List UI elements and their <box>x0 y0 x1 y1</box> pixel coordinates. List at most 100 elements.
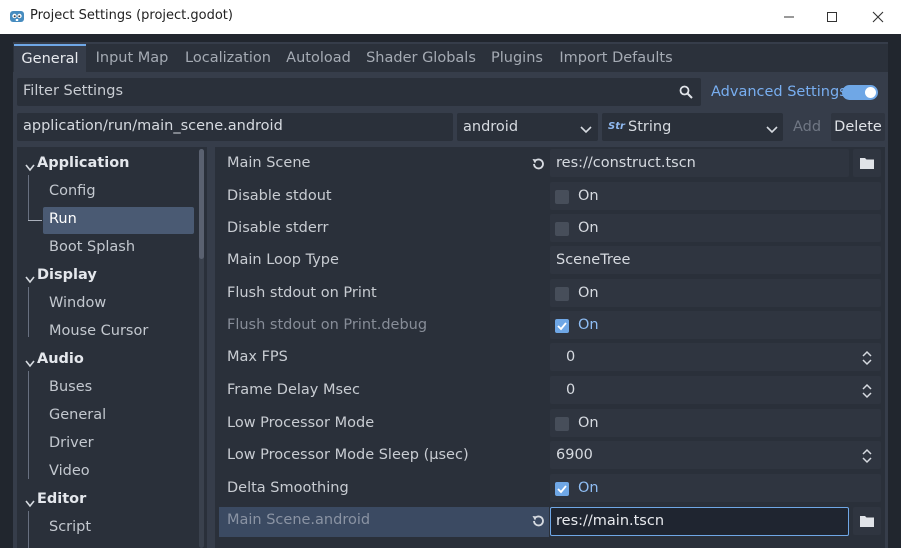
property-label-disable-stdout: Disable stdout <box>227 188 332 204</box>
browse-folder-button[interactable] <box>853 149 881 177</box>
advanced-settings-label[interactable]: Advanced Settings <box>711 84 847 100</box>
flush-stdout-debug-checkbox[interactable] <box>555 319 569 333</box>
chevron-down-icon <box>580 122 592 138</box>
property-label-low-processor-mode: Low Processor Mode <box>227 415 375 431</box>
string-type-icon: Str <box>608 121 625 132</box>
tab-input-map[interactable]: Input Map <box>89 44 175 72</box>
main-loop-type-value: SceneTree <box>556 252 631 268</box>
revert-icon[interactable] <box>530 513 546 529</box>
toggle-knob <box>865 87 876 98</box>
property-label-flush-stdout: Flush stdout on Print <box>227 285 377 301</box>
tab-autoload[interactable]: Autoload <box>280 44 357 72</box>
tree-item-config[interactable]: Config <box>49 183 96 199</box>
tree-item-general[interactable]: General <box>49 407 106 423</box>
tree-guide-line <box>28 287 29 337</box>
max-fps-spinbox[interactable] <box>550 343 881 371</box>
tree-guide-line <box>28 175 29 220</box>
flush-stdout-row <box>550 279 881 307</box>
tree-guide-line <box>28 371 29 479</box>
property-label-max-fps: Max FPS <box>227 349 288 365</box>
property-label-disable-stderr: Disable stderr <box>227 220 329 236</box>
tree-item-run[interactable]: Run <box>49 211 77 227</box>
tab-plugins[interactable]: Plugins <box>484 44 550 72</box>
checkmark-icon <box>557 322 567 331</box>
flush-stdout-value: On <box>578 285 599 301</box>
expand-arrow-icon[interactable] <box>25 160 35 172</box>
low-processor-sleep-value: 6900 <box>556 447 593 463</box>
flush-stdout-checkbox[interactable] <box>555 287 569 301</box>
tree-item-boot-splash[interactable]: Boot Splash <box>49 239 135 255</box>
property-label-flush-stdout-debug: Flush stdout on Print.debug <box>227 317 428 333</box>
maximize-button[interactable] <box>809 0 855 34</box>
folder-icon <box>860 516 874 527</box>
tree-item-script[interactable]: Script <box>49 519 91 535</box>
frame-delay-spinbox[interactable] <box>550 376 881 404</box>
tree-item-driver[interactable]: Driver <box>49 435 94 451</box>
flush-stdout-debug-value: On <box>578 317 599 333</box>
tab-import-defaults[interactable]: Import Defaults <box>556 44 676 72</box>
disable-stdout-checkbox[interactable] <box>555 190 569 204</box>
filter-settings-placeholder: Filter Settings <box>23 83 123 99</box>
expand-arrow-icon[interactable] <box>25 356 35 368</box>
tree-item-video[interactable]: Video <box>49 463 90 479</box>
tree-item-mouse-cursor[interactable]: Mouse Cursor <box>49 323 148 339</box>
property-label-frame-delay: Frame Delay Msec <box>227 382 360 398</box>
low-processor-mode-value: On <box>578 415 599 431</box>
tab-localization[interactable]: Localization <box>180 44 276 72</box>
disable-stderr-checkbox[interactable] <box>555 222 569 236</box>
delta-smoothing-checkbox[interactable] <box>555 482 569 496</box>
maximize-icon <box>827 12 837 22</box>
property-label-delta-smoothing: Delta Smoothing <box>227 480 349 496</box>
max-fps-value: 0 <box>566 349 576 365</box>
window-title: Project Settings (project.godot) <box>30 8 233 23</box>
disable-stderr-row <box>550 214 881 242</box>
minimize-icon <box>784 16 794 18</box>
tree-scrollbar-thumb[interactable] <box>199 149 204 259</box>
expand-arrow-icon[interactable] <box>25 272 35 284</box>
tab-general[interactable]: General <box>14 44 86 72</box>
tree-category-application[interactable]: Application <box>37 155 130 171</box>
browse-folder-button[interactable] <box>853 507 881 535</box>
delta-smoothing-value: On <box>578 480 599 496</box>
tree-category-display[interactable]: Display <box>37 267 97 283</box>
disable-stdout-row <box>550 182 881 210</box>
low-processor-sleep-spinbox[interactable] <box>550 441 881 469</box>
flush-stdout-debug-row <box>550 311 881 339</box>
main-scene-android-value: res://main.tscn <box>556 513 665 529</box>
property-path-value: application/run/main_scene.android <box>23 118 283 134</box>
tree-category-audio[interactable]: Audio <box>37 351 84 367</box>
property-label-main-scene: Main Scene <box>227 155 311 171</box>
disable-stdout-value: On <box>578 188 599 204</box>
godot-logo-icon <box>9 8 25 24</box>
disable-stderr-value: On <box>578 220 599 236</box>
close-button[interactable] <box>855 0 901 34</box>
folder-icon <box>860 158 874 169</box>
property-label-main-scene-android: Main Scene.android <box>227 512 371 528</box>
close-icon <box>872 11 884 23</box>
feature-select-value: android <box>463 119 519 135</box>
minimize-button[interactable] <box>766 0 812 34</box>
stepper-arrows-icon[interactable] <box>861 448 873 464</box>
chevron-down-icon <box>766 122 778 138</box>
stepper-arrows-icon[interactable] <box>861 350 873 366</box>
delta-smoothing-row <box>550 474 881 502</box>
revert-icon[interactable] <box>530 156 546 172</box>
stepper-arrows-icon[interactable] <box>861 383 873 399</box>
tree-item-buses[interactable]: Buses <box>49 379 92 395</box>
tab-shader-globals[interactable]: Shader Globals <box>362 44 480 72</box>
tree-guide-line <box>28 220 42 221</box>
expand-arrow-icon[interactable] <box>25 496 35 508</box>
tree-item-window[interactable]: Window <box>49 295 106 311</box>
main-scene-value: res://construct.tscn <box>556 155 696 171</box>
delete-button[interactable]: Delete <box>831 113 885 141</box>
low-processor-mode-row <box>550 409 881 437</box>
frame-delay-value: 0 <box>566 382 576 398</box>
low-processor-mode-checkbox[interactable] <box>555 417 569 431</box>
add-button[interactable]: Add <box>787 113 827 141</box>
property-label-low-processor-sleep: Low Processor Mode Sleep (µsec) <box>227 447 469 463</box>
tree-category-editor[interactable]: Editor <box>37 491 86 507</box>
type-select-value: String <box>628 119 672 135</box>
property-label-main-loop-type: Main Loop Type <box>227 252 339 268</box>
search-icon <box>679 85 693 99</box>
tree-guide-line <box>28 511 29 548</box>
